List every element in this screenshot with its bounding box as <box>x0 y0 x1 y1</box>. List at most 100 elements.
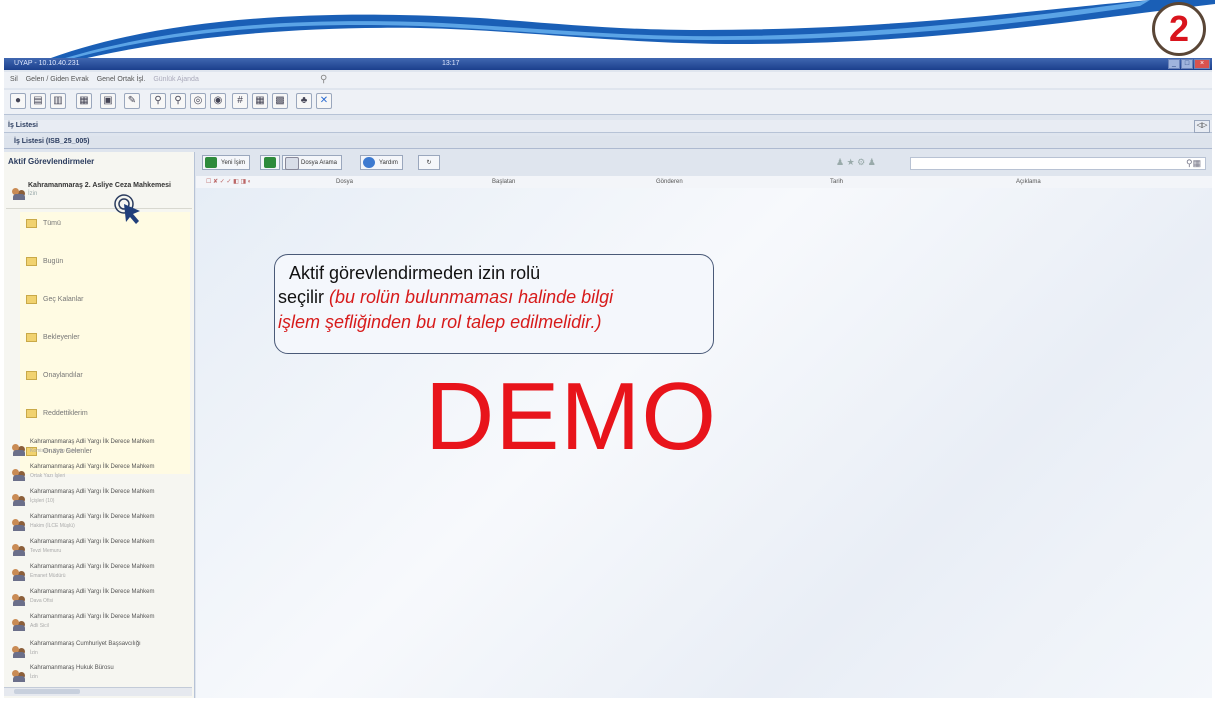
menu-item-gunluk-ajanda[interactable]: Günlük Ajanda <box>153 76 199 83</box>
menu-item-gelen-giden-evrak[interactable]: Gelen / Giden Evrak <box>26 76 89 83</box>
close-button[interactable]: × <box>1194 59 1210 69</box>
document-icon[interactable]: ▤ <box>30 93 46 109</box>
column-gonderen[interactable]: Gönderen <box>656 176 683 188</box>
tab-row: İş Listesi ◁▷ <box>4 120 1212 133</box>
sub-tab-is-listesi[interactable]: İş Listesi (ISB_25_005) <box>14 136 90 148</box>
refresh-icon: ↻ <box>426 160 432 166</box>
filter-icons[interactable]: ♟ ★ ⚙ ♟ <box>836 157 876 168</box>
callout-line-1: Aktif görevlendirmeden izin rolü <box>289 263 541 283</box>
users-icon <box>12 619 26 631</box>
menu-bar: Sil Gelen / Giden Evrak Genel Ortak İşl.… <box>4 72 1212 88</box>
settings-icon[interactable]: ◎ <box>190 93 206 109</box>
column-dosya[interactable]: Dosya <box>336 176 353 188</box>
grid-icon[interactable]: ▦ <box>252 93 268 109</box>
folder-icon <box>26 218 37 228</box>
calendar-icon[interactable]: ▩ <box>272 93 288 109</box>
folder-icon <box>26 408 37 418</box>
role-item[interactable]: Kahramanmaraş Adli Yargı İlk Derece Mahk… <box>10 613 194 635</box>
folder-item[interactable]: Geç Kalanlar <box>26 294 83 306</box>
sidebar: Aktif Görevlendirmeler Kahramanmaraş 2. … <box>4 152 195 698</box>
pin-icon: ⚲ <box>320 74 328 85</box>
sidebar-header: Aktif Görevlendirmeler <box>8 157 95 166</box>
folder-item[interactable]: Onaylandılar <box>26 370 83 382</box>
users-icon <box>12 646 26 658</box>
help-icon <box>363 157 375 168</box>
users-icon <box>12 188 26 200</box>
folder-item[interactable]: Bugün <box>26 256 63 268</box>
search-icon[interactable]: ⚲ <box>150 93 166 109</box>
slide-banner: 2 <box>0 0 1215 62</box>
minimize-button[interactable]: _ <box>1168 59 1180 69</box>
folder-item[interactable]: Tümü <box>26 218 61 230</box>
active-assignment[interactable]: Kahramanmaraş 2. Asliye Ceza Mahkemesi İ… <box>6 176 192 209</box>
users-icon <box>12 670 26 682</box>
list-icon[interactable]: ▣ <box>100 93 116 109</box>
users-icon <box>12 519 26 531</box>
column-baslatan[interactable]: Başlatan <box>492 176 515 188</box>
menu-item-genel-ortak[interactable]: Genel Ortak İşl. <box>97 76 146 83</box>
record-icon[interactable]: ◉ <box>210 93 226 109</box>
users-icon <box>12 544 26 556</box>
role-item[interactable]: Kahramanmaraş Cumhuriyet Başsavcılığı İzi… <box>10 640 194 662</box>
window-controls: _ □ × <box>1168 59 1210 69</box>
download-button[interactable] <box>260 155 280 170</box>
hash-icon[interactable]: # <box>232 93 248 109</box>
sub-tab-row: İş Listesi (ISB_25_005) <box>4 136 1212 149</box>
role-item[interactable]: Kahramanmaraş Adli Yargı İlk Derece Mahk… <box>10 488 194 510</box>
role-item[interactable]: Kahramanmaraş Adli Yargı İlk Derece Mahk… <box>10 538 194 560</box>
zoom-icon[interactable]: ⚲ <box>170 93 186 109</box>
folder-item[interactable]: Bekleyenler <box>26 332 80 344</box>
column-tarih[interactable]: Tarih <box>830 176 843 188</box>
download-icon <box>264 157 276 168</box>
users-icon <box>12 444 26 456</box>
active-assignment-title: Kahramanmaraş 2. Asliye Ceza Mahkemesi <box>28 182 171 189</box>
role-item[interactable]: Kahramanmaraş Adli Yargı İlk Derece Mahk… <box>10 513 194 535</box>
tree-icon[interactable]: ♣ <box>296 93 312 109</box>
active-assignment-subtitle: İzin <box>28 191 38 197</box>
callout-line-3: işlem şefliğinden bu rol talep edilmelid… <box>278 312 602 332</box>
role-item[interactable]: Kahramanmaraş Adli Yargı İlk Derece Mahk… <box>10 463 194 485</box>
users-icon <box>12 494 26 506</box>
users-icon <box>12 569 26 581</box>
magnifier-icon <box>285 157 299 170</box>
edit-document-icon[interactable]: ▥ <box>50 93 66 109</box>
role-item[interactable]: Kahramanmaraş Adli Yargı İlk Derece Mahk… <box>10 588 194 610</box>
role-item[interactable]: Kahramanmaraş Adli Yargı İlk Derece Mahk… <box>10 563 194 585</box>
tools-icon[interactable]: ✕ <box>316 93 332 109</box>
window-titlebar: UYAP - 10.10.40.231 13:17 _ □ × <box>4 58 1212 70</box>
folder-item[interactable]: Reddettiklerim <box>26 408 88 420</box>
list-toolbar: Yeni İşim Dosya Arama Yardım ↻ ♟ ★ ⚙ ♟ ⚲… <box>196 154 1212 172</box>
folder-icon <box>26 370 37 380</box>
demo-watermark: DEMO <box>425 363 717 470</box>
refresh-button[interactable]: ↻ <box>418 155 440 170</box>
folder-icon <box>26 294 37 304</box>
home-icon[interactable]: ● <box>10 93 26 109</box>
new-task-button[interactable]: Yeni İşim <box>202 155 251 170</box>
column-aciklama[interactable]: Açıklama <box>1016 176 1041 188</box>
column-icons: ☐ ✘ ✓ ✓ ◧ ◨ ◐ <box>206 179 252 185</box>
step-number-badge: 2 <box>1152 2 1206 56</box>
window-title: UYAP - 10.10.40.231 <box>14 60 80 67</box>
menu-item-sil[interactable]: Sil <box>10 76 18 83</box>
folder-icon <box>26 332 37 342</box>
search-icon[interactable]: ⚲▦ <box>1186 158 1201 169</box>
mouse-pointer-icon <box>114 194 140 224</box>
folder-search-button[interactable]: Dosya Arama <box>282 155 343 170</box>
sidebar-horizontal-scrollbar[interactable] <box>4 687 192 696</box>
scrollbar-thumb[interactable] <box>14 689 80 694</box>
new-task-icon <box>205 157 217 168</box>
tab-is-listesi[interactable]: İş Listesi <box>8 120 38 132</box>
list-search-input[interactable] <box>910 157 1206 170</box>
window-clock: 13:17 <box>442 60 460 67</box>
banner-swoosh <box>0 0 1215 62</box>
callout-line-2: seçilir (bu rolün bulunmaması halinde bi… <box>278 287 614 307</box>
tab-nav-arrows[interactable]: ◁▷ <box>1194 120 1210 133</box>
maximize-button[interactable]: □ <box>1181 59 1193 69</box>
print-icon[interactable]: ▦ <box>76 93 92 109</box>
users-icon <box>12 469 26 481</box>
help-button[interactable]: Yardım <box>360 155 403 170</box>
role-item[interactable]: Kahramanmaraş Adli Yargı İlk Derece Mahk… <box>10 438 194 460</box>
pen-icon[interactable]: ✎ <box>124 93 140 109</box>
instruction-callout: Aktif görevlendirmeden izin rolü seçilir… <box>274 254 714 354</box>
role-item[interactable]: Kahramanmaraş Hukuk Bürosu İzin <box>10 664 194 686</box>
